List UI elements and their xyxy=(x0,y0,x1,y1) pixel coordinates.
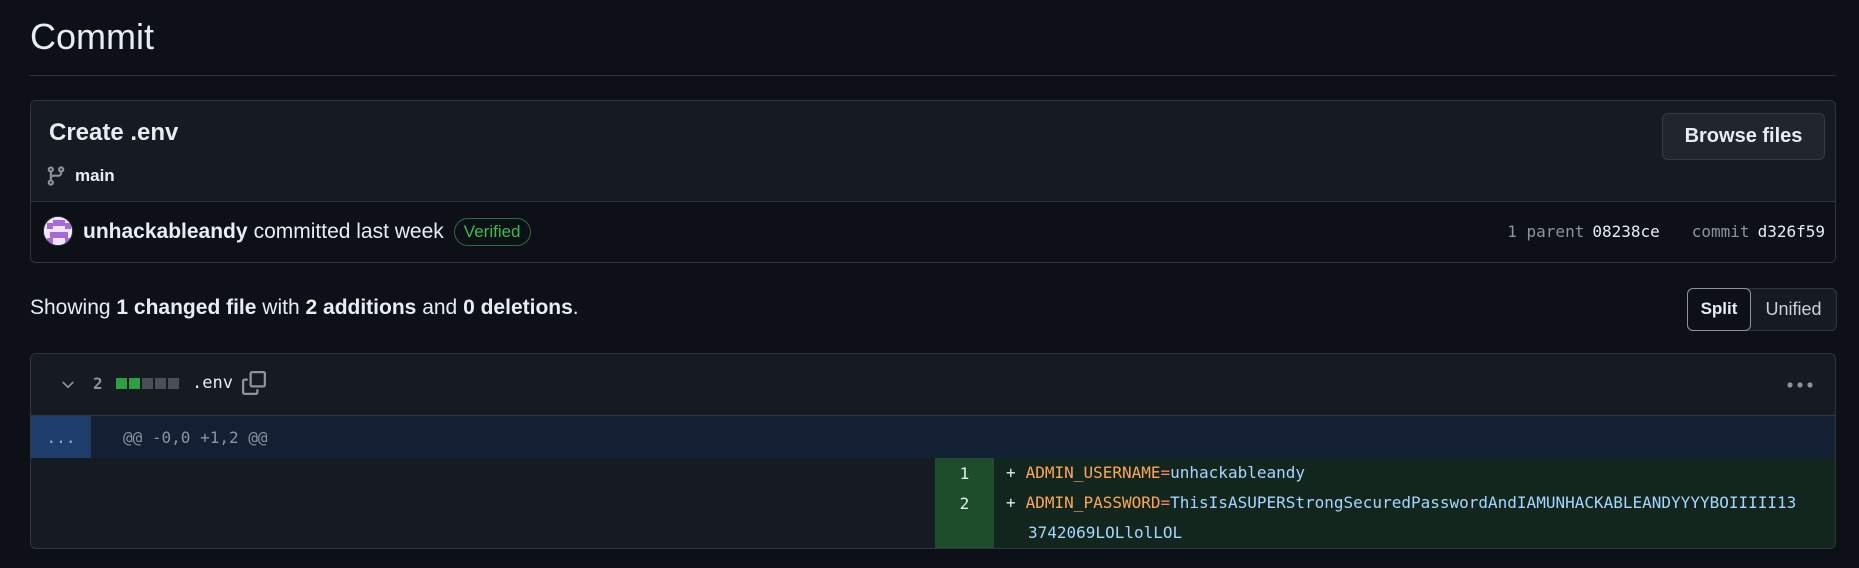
diff-view-toggle: Split Unified xyxy=(1687,287,1837,331)
summary-period: . xyxy=(572,296,579,319)
branch-info[interactable]: main xyxy=(45,165,115,187)
commit-footer: unhackableandy committed last week Verif… xyxy=(31,202,1835,262)
code-column: + ADMIN_USERNAME=unhackableandy + ADMIN_PA… xyxy=(994,458,1835,548)
line-number[interactable]: 1 xyxy=(935,464,994,483)
diff-summary: Showing 1 changed file with 2 additions … xyxy=(30,296,579,320)
line-number-column: 1 2 xyxy=(935,458,994,548)
chevron-down-icon[interactable] xyxy=(59,376,77,394)
env-key: ADMIN_USERNAME xyxy=(1025,463,1161,482)
commit-hashes: 1 parent 08238ce commit d326f59 xyxy=(1507,222,1825,241)
browse-files-button[interactable]: Browse files xyxy=(1662,113,1825,160)
summary-and: and xyxy=(422,296,458,319)
diffstat-neutral xyxy=(155,378,166,389)
title-divider xyxy=(30,75,1836,76)
env-value: unhackableandy xyxy=(1170,463,1305,482)
diff-sign: + xyxy=(1006,463,1016,482)
hunk-header: @@ -0,0 +1,2 @@ xyxy=(123,428,268,447)
summary-additions: 2 additions xyxy=(305,296,417,319)
env-key: ADMIN_PASSWORD xyxy=(1025,493,1161,512)
verified-badge[interactable]: Verified xyxy=(453,218,531,246)
branch-name[interactable]: main xyxy=(75,166,115,186)
parent-label: 1 parent xyxy=(1507,222,1585,241)
diffstat-neutral xyxy=(168,378,179,389)
file-header: 2 .env xyxy=(31,354,1835,416)
code-line: + ADMIN_USERNAME=unhackableandy xyxy=(1006,458,1305,488)
file-change-count: 2 xyxy=(93,374,103,393)
copy-icon[interactable] xyxy=(242,371,266,395)
hunk-header-row: ... @@ -0,0 +1,2 @@ xyxy=(31,416,1835,458)
line-number[interactable]: 2 xyxy=(935,494,994,513)
split-view-button[interactable]: Split xyxy=(1687,287,1751,331)
env-value-continuation: 3742069LOLlolLOL xyxy=(1028,523,1183,542)
git-branch-icon xyxy=(47,166,65,186)
summary-changed: 1 changed file xyxy=(116,296,257,319)
summary-showing: Showing xyxy=(30,296,111,319)
author-link[interactable]: unhackableandy xyxy=(83,220,248,244)
left-pane-empty xyxy=(31,458,935,548)
commit-meta: unhackableandy committed last week Verif… xyxy=(83,218,531,246)
diff-sign: + xyxy=(1006,493,1016,512)
summary-deletions: 0 deletions xyxy=(463,296,573,319)
commit-message: Create .env xyxy=(49,119,179,146)
code-line: + ADMIN_PASSWORD=ThisIsASUPERStrongSecure… xyxy=(1006,488,1796,518)
diffstat-bar xyxy=(116,378,179,389)
avatar[interactable] xyxy=(43,216,73,246)
env-value: ThisIsASUPERStrongSecuredPasswordAndIAMU… xyxy=(1170,493,1797,512)
env-equals: = xyxy=(1160,463,1171,482)
file-name-link[interactable]: .env xyxy=(192,373,233,393)
diffstat-neutral xyxy=(142,378,153,389)
commit-hash: d326f59 xyxy=(1757,222,1825,241)
file-diff: 2 .env ... @@ -0,0 +1,2 @@ 1 2 + ADMIN_US… xyxy=(30,353,1836,549)
commit-box: Create .env main Browse files unhackable… xyxy=(30,100,1836,263)
code-line-wrap: 3742069LOLlolLOL xyxy=(1028,518,1182,548)
summary-with: with xyxy=(262,296,300,319)
diffstat-added xyxy=(129,378,140,389)
diffstat-added xyxy=(116,378,127,389)
expand-hunk-button[interactable]: ... xyxy=(31,416,91,458)
kebab-menu-icon[interactable] xyxy=(1787,382,1813,388)
env-equals: = xyxy=(1160,493,1171,512)
parent-hash-link[interactable]: 08238ce xyxy=(1592,222,1659,241)
commit-label: commit xyxy=(1691,222,1750,241)
page-title: Commit xyxy=(30,16,154,57)
commit-header: Create .env main Browse files xyxy=(31,101,1835,202)
unified-view-button[interactable]: Unified xyxy=(1751,299,1836,320)
diff-lines: 1 2 + ADMIN_USERNAME=unhackableandy + ADMI… xyxy=(31,458,1835,548)
commit-action: committed last week xyxy=(253,220,444,243)
